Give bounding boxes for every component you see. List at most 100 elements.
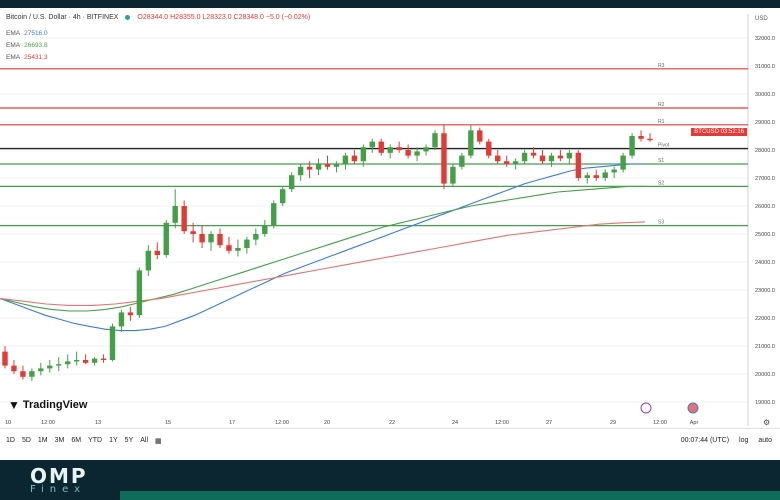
- x-tick-label: 12:00: [275, 420, 289, 426]
- candle-body: [217, 234, 223, 246]
- event-icon: [640, 402, 652, 414]
- finex-logo-text: Finex: [30, 484, 87, 495]
- tradingview-label: TradingView: [22, 399, 88, 411]
- candle-body: [584, 175, 590, 178]
- candle-body: [530, 152, 537, 156]
- utc-clock[interactable]: 00:07:44 (UTC): [681, 437, 729, 444]
- settings-icon: ⚙: [763, 418, 770, 427]
- timeframe-1y[interactable]: 1Y: [109, 437, 118, 445]
- candle-body: [100, 358, 107, 360]
- pivot-label: S1: [658, 158, 664, 164]
- pivot-label: R3: [658, 63, 665, 69]
- timeframe-selector: 1D 5D 1M 3M 6M YTD 1Y 5Y All ▦: [6, 437, 162, 445]
- candle-body: [342, 155, 349, 164]
- bottom-toolbar: 1D 5D 1M 3M 6M YTD 1Y 5Y All ▦ 00:07:44 …: [0, 428, 780, 453]
- candle-body: [163, 222, 169, 255]
- x-tick-label: Apr: [690, 420, 699, 426]
- y-tick-label: 31000.0: [755, 64, 775, 70]
- candle-body: [432, 133, 438, 148]
- y-tick-label: 29000.0: [755, 120, 775, 126]
- candle-body: [324, 164, 331, 167]
- candle-body: [118, 312, 125, 327]
- candle-body: [154, 250, 160, 255]
- y-tick-label: 23000.0: [755, 288, 775, 294]
- candle-body: [181, 206, 187, 232]
- x-tick-label: 22: [389, 420, 395, 426]
- candle-body: [486, 141, 492, 156]
- x-tick-label: 27: [546, 420, 552, 426]
- candle-body: [495, 155, 501, 162]
- candle-body: [441, 133, 447, 184]
- y-tick-label: 24000.0: [755, 260, 775, 266]
- y-tick-label: 32000.0: [755, 36, 775, 42]
- candle-body: [306, 166, 313, 170]
- candle-body: [477, 130, 483, 142]
- candle-body: [190, 231, 196, 234]
- candle-body: [11, 365, 17, 372]
- candle-body: [638, 136, 644, 139]
- candle-body: [208, 234, 214, 243]
- timeframe-ytd[interactable]: YTD: [88, 437, 102, 445]
- y-tick-label: 27000.0: [755, 176, 775, 182]
- candle-body: [360, 147, 367, 162]
- candle-body: [611, 169, 617, 173]
- candle-body: [557, 155, 564, 159]
- auto-toggle[interactable]: auto: [758, 437, 772, 444]
- candle-body: [235, 248, 241, 251]
- candle-body: [459, 155, 465, 167]
- candle-body: [91, 358, 98, 363]
- candle-body: [226, 245, 232, 251]
- pivot-label: S3: [658, 220, 664, 226]
- candle-body: [351, 155, 358, 162]
- y-tick-label: 21000.0: [755, 344, 775, 350]
- candle-body: [647, 138, 653, 141]
- timeframe-3m[interactable]: 3M: [55, 437, 65, 445]
- omp-finex-logo: OMP Finex: [30, 464, 88, 495]
- candle-body: [521, 152, 528, 162]
- timeframe-6m[interactable]: 6M: [71, 437, 81, 445]
- timeframe-1m[interactable]: 1M: [38, 437, 48, 445]
- price-chart[interactable]: 32000.0 31000.0 30000.0 29000.0 28000.0 27000…: [0, 0, 780, 430]
- candle-body: [244, 239, 250, 248]
- x-tick-label: 12:00: [495, 420, 509, 426]
- candle-body: [127, 312, 134, 316]
- timeframe-all[interactable]: All: [140, 437, 148, 445]
- candle-body: [20, 371, 26, 377]
- candle-body: [593, 175, 599, 178]
- timeframe-5y[interactable]: 5Y: [125, 437, 134, 445]
- flag-icon: [687, 402, 699, 414]
- candle-body: [539, 155, 546, 162]
- x-tick-label: 20: [324, 420, 330, 426]
- x-tick-label: 12:00: [41, 420, 55, 426]
- candle-body: [47, 365, 53, 369]
- footer-accent: [120, 491, 780, 500]
- candle-body: [575, 152, 582, 178]
- tradingview-logo[interactable]: ▼ TradingView: [8, 398, 87, 412]
- y-tick-label: 30000.0: [755, 92, 775, 98]
- candle-body: [414, 151, 420, 156]
- log-toggle[interactable]: log: [739, 437, 748, 444]
- candle-body: [172, 206, 178, 223]
- y-tick-label: 26000.0: [755, 204, 775, 210]
- candle-body: [109, 326, 116, 360]
- candle-body: [82, 360, 89, 363]
- tradingview-icon: ▼: [8, 398, 20, 412]
- candle-body: [73, 360, 80, 362]
- candle-body: [333, 164, 340, 167]
- calendar-icon[interactable]: ▦: [155, 437, 162, 445]
- candle-body: [423, 147, 429, 152]
- candle-body: [512, 161, 519, 164]
- candle-body: [65, 361, 71, 365]
- candle-body: [56, 364, 62, 366]
- timeframe-5d[interactable]: 5D: [22, 437, 31, 445]
- candle-body: [602, 172, 608, 178]
- candle-body: [253, 234, 259, 240]
- candle-body: [280, 189, 286, 204]
- candle-body: [629, 136, 635, 156]
- ema-line: [0, 185, 645, 312]
- timeframe-1d[interactable]: 1D: [6, 437, 15, 445]
- pivot-label: S2: [658, 180, 664, 186]
- candle-body: [29, 371, 35, 377]
- y-tick-label: 22000.0: [755, 316, 775, 322]
- y-tick-label: 28000.0: [755, 148, 775, 154]
